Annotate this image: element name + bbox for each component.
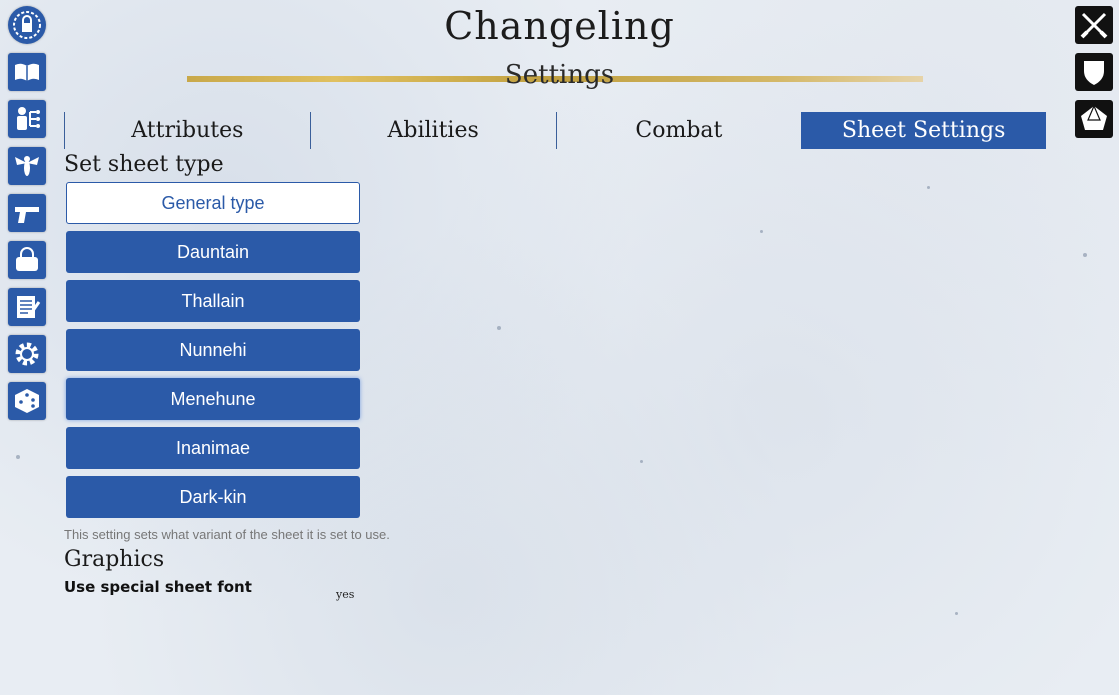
sheet-type-nunnehi[interactable]: Nunnehi bbox=[66, 329, 360, 371]
dice-icon[interactable] bbox=[8, 382, 46, 420]
special-font-toggle[interactable]: yes bbox=[336, 588, 354, 601]
right-sidebar bbox=[1075, 6, 1113, 147]
app-title: Changeling bbox=[444, 4, 675, 48]
sheet-type-heading: Set sheet type bbox=[64, 152, 224, 177]
tab-attributes[interactable]: Attributes bbox=[64, 112, 310, 149]
sheet-type-hint: This setting sets what variant of the sh… bbox=[64, 527, 390, 542]
sheet-type-options: General type Dauntain Thallain Nunnehi M… bbox=[66, 182, 360, 525]
tab-combat[interactable]: Combat bbox=[555, 112, 802, 149]
lock-icon[interactable] bbox=[8, 6, 46, 44]
page-subtitle: Settings bbox=[504, 60, 615, 90]
book-icon[interactable] bbox=[8, 53, 46, 91]
sheet-type-menehune[interactable]: Menehune bbox=[66, 378, 360, 420]
graphics-heading: Graphics bbox=[64, 547, 165, 572]
gear-icon[interactable] bbox=[8, 335, 46, 373]
tab-abilities[interactable]: Abilities bbox=[309, 112, 556, 149]
sheet-type-inanimae[interactable]: Inanimae bbox=[66, 427, 360, 469]
d10-dice-icon[interactable] bbox=[1075, 100, 1113, 138]
shield-icon[interactable] bbox=[1075, 53, 1113, 91]
sheet-type-general[interactable]: General type bbox=[66, 182, 360, 224]
sheet-type-dauntain[interactable]: Dauntain bbox=[66, 231, 360, 273]
person-tree-icon[interactable] bbox=[8, 100, 46, 138]
bag-icon[interactable] bbox=[8, 241, 46, 279]
special-font-label: Use special sheet font bbox=[64, 578, 252, 596]
left-sidebar bbox=[8, 6, 46, 429]
pistol-icon[interactable] bbox=[8, 194, 46, 232]
crossed-swords-icon[interactable] bbox=[1075, 6, 1113, 44]
tab-sheet-settings[interactable]: Sheet Settings bbox=[801, 112, 1046, 149]
wasp-icon[interactable] bbox=[8, 147, 46, 185]
sheet-type-dark-kin[interactable]: Dark-kin bbox=[66, 476, 360, 518]
sheet-type-thallain[interactable]: Thallain bbox=[66, 280, 360, 322]
notes-icon[interactable] bbox=[8, 288, 46, 326]
tab-bar: Attributes Abilities Combat Sheet Settin… bbox=[64, 112, 1046, 149]
